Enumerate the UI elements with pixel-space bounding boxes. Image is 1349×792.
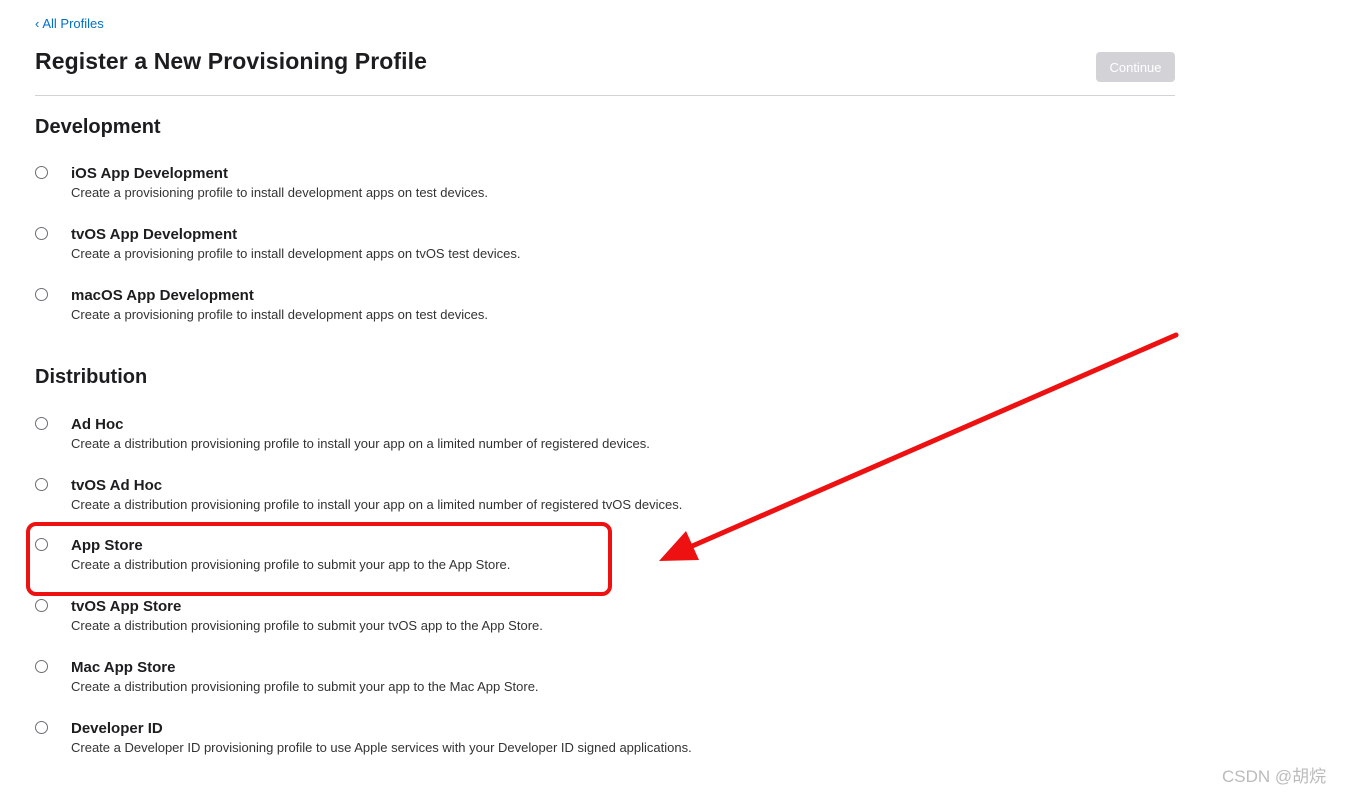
option-tvos-app-store[interactable]: tvOS App Store Create a distribution pro… <box>35 598 755 643</box>
continue-button[interactable]: Continue <box>1096 52 1175 82</box>
option-description: Create a distribution provisioning profi… <box>71 618 543 633</box>
radio-developer-id[interactable] <box>35 721 48 734</box>
radio-ios-app-development[interactable] <box>35 166 48 179</box>
radio-mac-app-store[interactable] <box>35 660 48 673</box>
option-app-store[interactable]: App Store Create a distribution provisio… <box>35 537 755 582</box>
chevron-left-icon: ‹ <box>35 16 40 31</box>
radio-ad-hoc[interactable] <box>35 417 48 430</box>
option-description: Create a provisioning profile to install… <box>71 185 488 200</box>
option-title: Developer ID <box>71 720 163 737</box>
section-heading-development: Development <box>35 116 161 138</box>
radio-tvos-app-development[interactable] <box>35 227 48 240</box>
watermark: CSDN @胡烷 <box>1222 767 1327 786</box>
option-title: Mac App Store <box>71 659 176 676</box>
header-divider <box>35 95 1175 96</box>
option-title: Ad Hoc <box>71 416 124 433</box>
option-title: tvOS Ad Hoc <box>71 477 163 494</box>
radio-tvos-ad-hoc[interactable] <box>35 478 48 491</box>
option-tvos-app-development[interactable]: tvOS App Development Create a provisioni… <box>35 226 755 271</box>
option-title: tvOS App Development <box>71 226 238 243</box>
option-description: Create a distribution provisioning profi… <box>71 679 539 694</box>
option-description: Create a distribution provisioning profi… <box>71 436 650 451</box>
radio-tvos-app-store[interactable] <box>35 599 48 612</box>
option-description: Create a provisioning profile to install… <box>71 246 521 261</box>
option-description: Create a provisioning profile to install… <box>71 307 488 322</box>
option-macos-app-development[interactable]: macOS App Development Create a provision… <box>35 287 755 332</box>
option-description: Create a distribution provisioning profi… <box>71 557 511 572</box>
option-tvos-ad-hoc[interactable]: tvOS Ad Hoc Create a distribution provis… <box>35 477 755 522</box>
option-title: iOS App Development <box>71 165 228 182</box>
radio-macos-app-development[interactable] <box>35 288 48 301</box>
option-ad-hoc[interactable]: Ad Hoc Create a distribution provisionin… <box>35 416 755 461</box>
option-description: Create a Developer ID provisioning profi… <box>71 740 692 755</box>
option-title: App Store <box>71 537 143 554</box>
page-title: Register a New Provisioning Profile <box>35 48 428 74</box>
all-profiles-link[interactable]: ‹ All Profiles <box>35 16 104 31</box>
option-mac-app-store[interactable]: Mac App Store Create a distribution prov… <box>35 659 755 704</box>
option-title: tvOS App Store <box>71 598 182 615</box>
section-heading-distribution: Distribution <box>35 366 148 388</box>
option-ios-app-development[interactable]: iOS App Development Create a provisionin… <box>35 165 755 210</box>
option-title: macOS App Development <box>71 287 254 304</box>
radio-app-store[interactable] <box>35 538 48 551</box>
option-developer-id[interactable]: Developer ID Create a Developer ID provi… <box>35 720 755 765</box>
all-profiles-label: All Profiles <box>42 16 104 31</box>
option-description: Create a distribution provisioning profi… <box>71 497 683 512</box>
